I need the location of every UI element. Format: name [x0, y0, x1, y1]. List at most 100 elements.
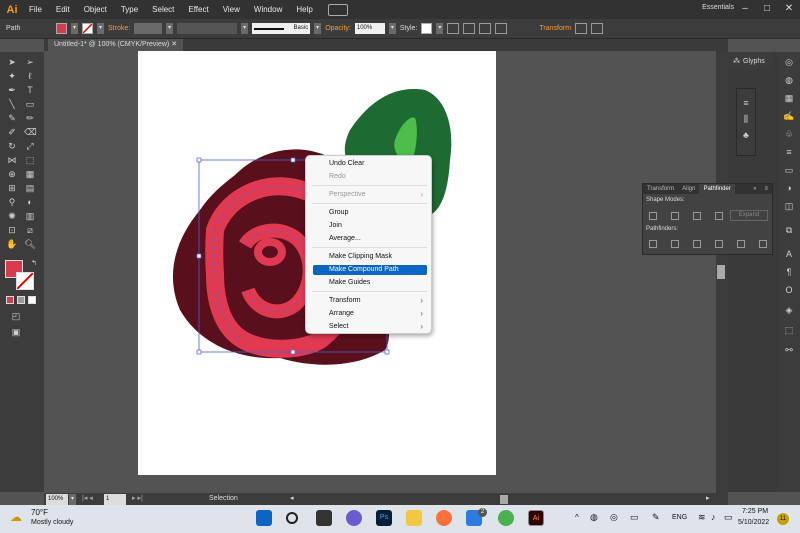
divide-button[interactable]	[649, 240, 657, 248]
file-explorer-icon[interactable]	[406, 510, 422, 526]
weather-temp[interactable]: 70°F	[31, 508, 48, 517]
artboard-number-field[interactable]: 1	[104, 494, 126, 505]
menu-item-group[interactable]: Group	[329, 208, 348, 218]
expand-button[interactable]: Expand	[730, 210, 768, 221]
menu-item-select[interactable]: Select	[329, 322, 348, 332]
chat-icon[interactable]	[346, 510, 362, 526]
artboards-icon[interactable]: ⬚	[783, 324, 795, 336]
character-icon[interactable]: A	[783, 248, 795, 260]
artboard-nav-next-icon[interactable]: ▸ ▸|	[132, 494, 143, 502]
intersect-button[interactable]	[693, 212, 701, 220]
clock-time[interactable]: 7:25 PM	[742, 508, 768, 515]
wifi-icon[interactable]: ≋	[698, 512, 706, 523]
menu-item-transform[interactable]: Transform	[329, 296, 361, 306]
pathfinders-label: Pathfinders:	[646, 226, 679, 232]
swatches-icon[interactable]: ▦	[783, 92, 795, 104]
zoom-dropdown-icon[interactable]: ▾	[69, 494, 76, 505]
weather-condition[interactable]: Mostly cloudy	[31, 519, 73, 526]
horizontal-scroll-thumb[interactable]	[500, 495, 508, 504]
menu-item-join[interactable]: Join	[329, 221, 342, 231]
tab-pathfinder[interactable]: Pathfinder	[699, 184, 735, 194]
tray-app-icon[interactable]: ▭	[630, 512, 639, 523]
menu-item-arrange[interactable]: Arrange	[329, 309, 354, 319]
glyphs-panel-tab[interactable]: ⁂ Glyphs	[728, 52, 772, 70]
context-menu: Undo Clear Redo Perspective › Group Join…	[305, 155, 432, 334]
clock-date[interactable]: 5/10/2022	[738, 519, 769, 526]
transparency-icon[interactable]: ◑	[783, 182, 795, 194]
pathfinder-panel-icon[interactable]: ⧉	[783, 224, 795, 236]
speaker-icon[interactable]: ♪	[711, 512, 716, 522]
illustrator-icon[interactable]: Ai	[528, 510, 544, 526]
panel-collapse-icon[interactable]: »	[749, 184, 760, 194]
photoshop-icon[interactable]: Ps	[376, 510, 392, 526]
menu-item-make-compound-path[interactable]: Make Compound Path	[329, 265, 399, 275]
menu-item-average[interactable]: Average...	[329, 234, 361, 244]
submenu-arrow-icon: ›	[420, 190, 423, 199]
brushes-icon[interactable]: ✍	[783, 110, 795, 122]
vertical-scroll-thumb[interactable]	[717, 265, 725, 279]
properties-icon[interactable]: ◎	[783, 56, 795, 68]
submenu-arrow-icon: ›	[420, 296, 423, 305]
menu-item-perspective: Perspective	[329, 191, 366, 198]
battery-icon[interactable]: ▭	[724, 512, 733, 523]
minus-back-button[interactable]	[759, 240, 767, 248]
right-icon-bar: ◎ ◍ ▦ ✍ ♧ ≡ ▭ ◑ ◫ ⧉ A ¶ O ◈ ⬚ ⚯	[778, 52, 800, 492]
panel-menu-icon[interactable]: ≡	[760, 184, 772, 194]
opentype-icon[interactable]: O	[783, 284, 795, 296]
merge-button[interactable]	[693, 240, 701, 248]
tray-app-icon[interactable]: ◎	[610, 512, 618, 523]
start-icon[interactable]	[256, 510, 272, 526]
tab-align[interactable]: Align	[678, 184, 699, 194]
bbox-handle	[290, 349, 296, 355]
menu-separator	[312, 185, 427, 186]
shape-modes-label: Shape Modes:	[646, 197, 685, 203]
tray-app-icon[interactable]: ◍	[590, 512, 598, 523]
menu-separator	[312, 291, 427, 292]
bbox-handle	[196, 157, 202, 163]
pen-menu-icon[interactable]: ✎	[652, 512, 660, 523]
artboard-nav-first-icon[interactable]: |◂ ◂	[82, 494, 93, 502]
distribute-icon[interactable]: ⫼	[740, 113, 752, 125]
menu-item-make-clipping-mask[interactable]: Make Clipping Mask	[329, 252, 392, 262]
chrome-icon[interactable]	[498, 510, 514, 526]
status-bar: 100% ▾ |◂ ◂ 1 ▸ ▸| Selection ◂ ▸	[44, 493, 728, 505]
menu-item-make-guides[interactable]: Make Guides	[329, 278, 370, 288]
scroll-right-icon[interactable]: ▸	[706, 494, 710, 502]
glyphs-icon: ⁂	[733, 58, 740, 65]
notification-badge[interactable]: 11	[777, 513, 789, 525]
tab-transform[interactable]: Transform	[643, 184, 678, 194]
crop-button[interactable]	[715, 240, 723, 248]
task-view-icon[interactable]	[316, 510, 332, 526]
layers-icon[interactable]: ◈	[783, 304, 795, 316]
club-icon[interactable]: ♣	[740, 129, 752, 141]
bbox-handle	[196, 349, 202, 355]
trim-button[interactable]	[671, 240, 679, 248]
search-icon[interactable]	[286, 512, 298, 524]
firefox-icon[interactable]	[436, 510, 452, 526]
symbols-icon[interactable]: ♧	[783, 128, 795, 140]
gradient-panel-icon[interactable]: ▭	[783, 164, 795, 176]
zoom-field[interactable]: 100%	[46, 494, 68, 505]
pathfinder-panel: Transform Align Pathfinder » ≡ Shape Mod…	[642, 183, 773, 255]
language-indicator[interactable]: ENG	[672, 514, 687, 521]
color-guide-icon[interactable]: ◍	[783, 74, 795, 86]
todo-badge: 2	[478, 508, 487, 517]
weather-icon[interactable]: ☁	[10, 510, 26, 526]
appearance-icon[interactable]: ◫	[783, 200, 795, 212]
bbox-handle	[196, 253, 202, 259]
scroll-left-icon[interactable]: ◂	[290, 494, 294, 502]
status-text[interactable]: Selection	[209, 495, 238, 502]
align-panel-icon[interactable]: ≡	[740, 97, 752, 109]
menu-item-undo-clear[interactable]: Undo Clear	[329, 159, 364, 169]
menu-separator	[312, 203, 427, 204]
minus-front-button[interactable]	[671, 212, 679, 220]
tray-expand-icon[interactable]: ^	[575, 513, 579, 522]
unite-button[interactable]	[649, 212, 657, 220]
paragraph-icon[interactable]: ¶	[783, 266, 795, 278]
links-icon[interactable]: ⚯	[783, 344, 795, 356]
menu-item-redo: Redo	[329, 173, 346, 180]
stroke-panel-icon[interactable]: ≡	[783, 146, 795, 158]
exclude-button[interactable]	[715, 212, 723, 220]
submenu-arrow-icon: ›	[420, 322, 423, 331]
outline-button[interactable]	[737, 240, 745, 248]
